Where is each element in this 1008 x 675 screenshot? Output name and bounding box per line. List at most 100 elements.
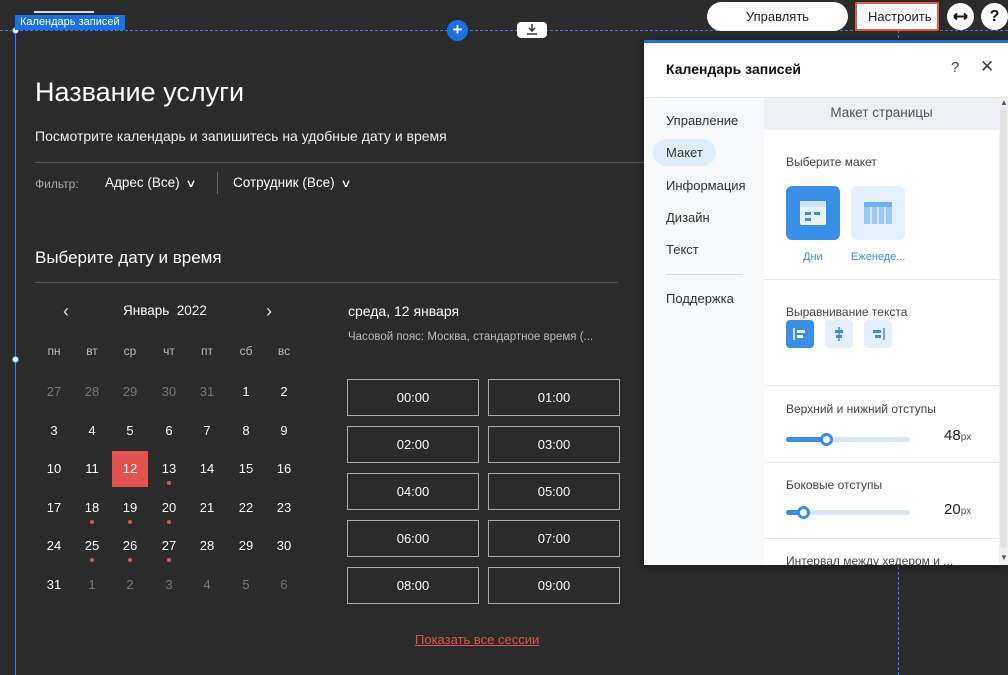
nav-item-layout[interactable]: Макет [653, 139, 716, 166]
time-slot[interactable]: 09:00 [488, 567, 620, 604]
add-section-button[interactable]: + [447, 20, 468, 41]
calendar-day[interactable]: 17 [36, 490, 72, 526]
top-bottom-padding-value[interactable]: 48px [944, 427, 971, 444]
section-title: Макет страницы [764, 98, 999, 130]
calendar-day[interactable]: 18 [74, 490, 110, 526]
download-button[interactable] [517, 22, 547, 38]
calendar-day[interactable]: 25 [74, 528, 110, 564]
configure-button[interactable]: Настроить [855, 2, 939, 31]
side-padding-value[interactable]: 20px [944, 501, 971, 518]
calendar-day[interactable]: 29 [112, 374, 148, 410]
filter-address-dropdown[interactable]: Адрес (Все) ∨ [105, 175, 196, 190]
time-slot[interactable]: 01:00 [488, 379, 620, 416]
time-slot[interactable]: 06:00 [347, 520, 479, 557]
scroll-down-icon[interactable]: ▼ [1000, 553, 1008, 562]
calendar-day[interactable]: 27 [151, 528, 187, 564]
layout-days-option[interactable] [786, 186, 840, 240]
calendar-day[interactable]: 1 [228, 374, 264, 410]
show-all-sessions-link[interactable]: Показать все сессии [415, 632, 539, 647]
calendar-day[interactable]: 19 [112, 490, 148, 526]
align-left-button[interactable] [786, 320, 814, 348]
time-slot[interactable]: 04:00 [347, 473, 479, 510]
scroll-thumb[interactable] [1000, 108, 1007, 548]
calendar-day[interactable]: 14 [189, 451, 225, 487]
weekday-label: вт [86, 344, 98, 358]
calendar-day[interactable]: 1 [74, 567, 110, 603]
manage-services-button[interactable]: Управлять услугами [707, 2, 848, 53]
calendar-day[interactable]: 3 [36, 413, 72, 449]
layout-weekly-option[interactable] [851, 186, 905, 240]
calendar-day[interactable]: 4 [189, 567, 225, 603]
top-bottom-padding-slider[interactable] [786, 433, 910, 447]
panel-scrollbar[interactable]: ▲ ▼ [999, 98, 1008, 565]
nav-item-info[interactable]: Информация [666, 178, 746, 193]
calendar-day[interactable]: 31 [189, 374, 225, 410]
nav-item-support[interactable]: Поддержка [666, 291, 734, 306]
time-slot[interactable]: 02:00 [347, 426, 479, 463]
calendar-day[interactable]: 28 [74, 374, 110, 410]
availability-dot [167, 558, 171, 562]
unit-label: px [960, 432, 972, 443]
side-padding-slider[interactable] [786, 506, 910, 520]
time-slot[interactable]: 07:00 [488, 520, 620, 557]
calendar-day[interactable]: 28 [189, 528, 225, 564]
calendar-day[interactable]: 8 [228, 413, 264, 449]
scroll-up-icon[interactable]: ▲ [1000, 98, 1008, 107]
calendar-day[interactable]: 5 [112, 413, 148, 449]
calendar-day[interactable]: 10 [36, 451, 72, 487]
calendar-day[interactable]: 6 [151, 413, 187, 449]
weekday-label: ср [123, 344, 137, 358]
slider-knob[interactable] [797, 506, 811, 519]
calendar-day[interactable]: 30 [151, 374, 187, 410]
resize-handle-left[interactable] [12, 356, 19, 363]
component-tag[interactable]: Календарь записей [15, 15, 125, 30]
calendar-icon [800, 201, 826, 225]
availability-dot [90, 558, 94, 562]
prev-month-button[interactable]: ‹ [63, 301, 69, 322]
slider-knob[interactable] [819, 433, 833, 446]
calendar-day[interactable]: 9 [266, 413, 302, 449]
help-button[interactable]: ? [981, 3, 1008, 30]
close-icon[interactable]: ✕ [980, 57, 994, 77]
calendar-day[interactable]: 29 [228, 528, 264, 564]
calendar-day[interactable]: 31 [36, 567, 72, 603]
calendar-day[interactable]: 23 [266, 490, 302, 526]
nav-item-manage[interactable]: Управление [666, 113, 738, 128]
calendar-day[interactable]: 27 [36, 374, 72, 410]
align-right-button[interactable] [864, 320, 892, 348]
time-slot[interactable]: 03:00 [488, 426, 620, 463]
calendar-day[interactable]: 7 [189, 413, 225, 449]
filter-staff-dropdown[interactable]: Сотрудник (Все) ∨ [233, 175, 351, 190]
align-center-button[interactable] [825, 320, 853, 348]
calendar-day[interactable]: 3 [151, 567, 187, 603]
panel-nav: Управление Макет Информация Дизайн Текст… [644, 98, 764, 565]
nav-item-design[interactable]: Дизайн [666, 210, 710, 225]
calendar-day[interactable]: 6 [266, 567, 302, 603]
calendar-day[interactable]: 11 [74, 451, 110, 487]
calendar-day[interactable]: 22 [228, 490, 264, 526]
time-slot[interactable]: 05:00 [488, 473, 620, 510]
calendar-day[interactable]: 20 [151, 490, 187, 526]
stretch-button[interactable] [947, 3, 974, 30]
time-slot[interactable]: 00:00 [347, 379, 479, 416]
section-separator [764, 279, 999, 280]
calendar-day[interactable]: 15 [228, 451, 264, 487]
availability-dot [128, 558, 132, 562]
time-slot[interactable]: 08:00 [347, 567, 479, 604]
calendar-day[interactable]: 30 [266, 528, 302, 564]
month-label: Январь 2022 [123, 303, 207, 318]
top-bottom-number: 48 [944, 427, 961, 444]
calendar-day[interactable]: 21 [189, 490, 225, 526]
calendar-day[interactable]: 2 [266, 374, 302, 410]
nav-item-text[interactable]: Текст [666, 242, 699, 257]
calendar-day[interactable]: 2 [112, 567, 148, 603]
calendar-day[interactable]: 26 [112, 528, 148, 564]
calendar-day[interactable]: 12 [112, 451, 148, 487]
panel-help-button[interactable]: ? [951, 59, 959, 76]
calendar-day[interactable]: 13 [151, 451, 187, 487]
calendar-day[interactable]: 24 [36, 528, 72, 564]
calendar-day[interactable]: 16 [266, 451, 302, 487]
calendar-day[interactable]: 4 [74, 413, 110, 449]
next-month-button[interactable]: › [266, 301, 272, 322]
calendar-day[interactable]: 5 [228, 567, 264, 603]
